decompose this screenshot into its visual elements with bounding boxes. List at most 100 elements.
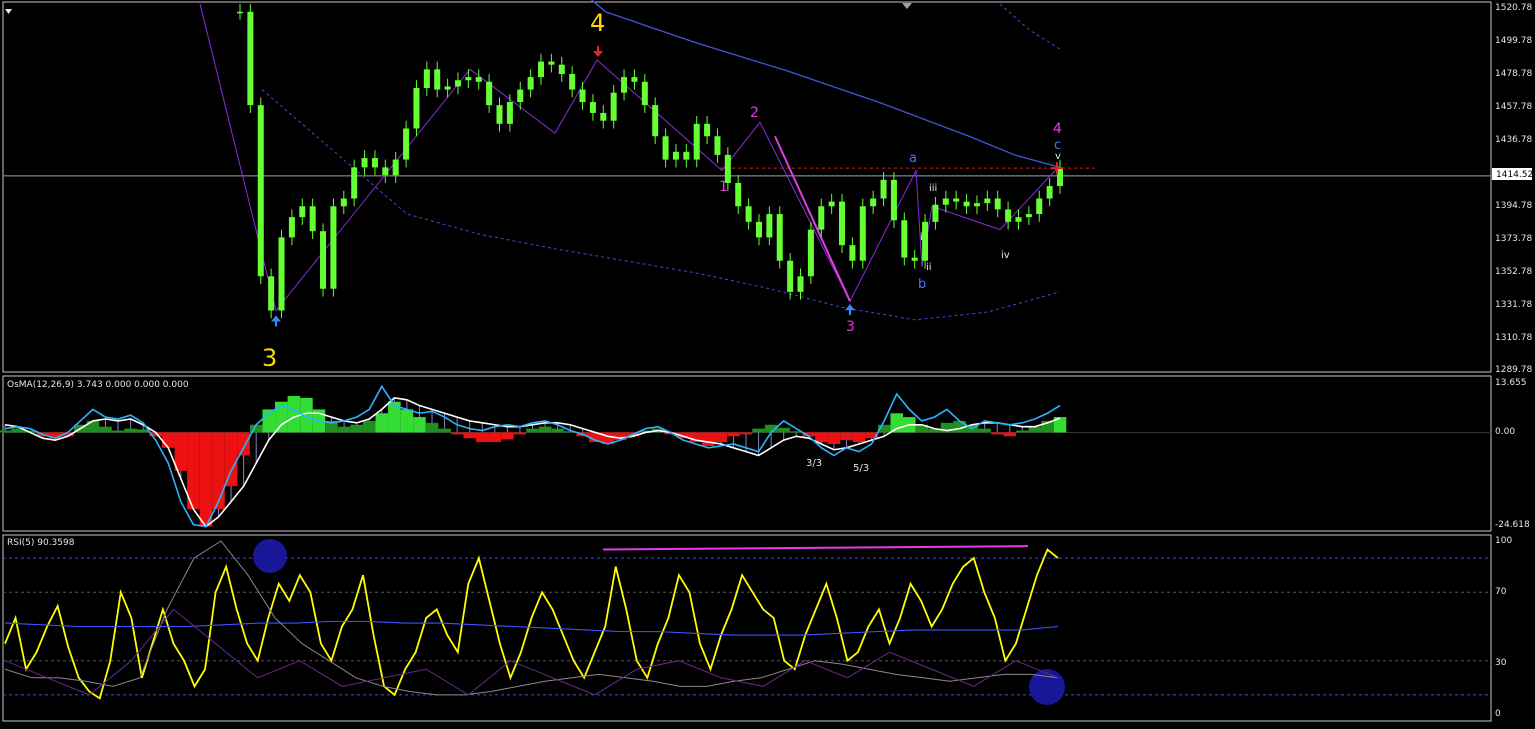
- candle-body: [392, 159, 399, 176]
- candle-body: [839, 201, 846, 246]
- osma-histogram-bar: [438, 428, 451, 433]
- candle-body: [942, 198, 949, 205]
- candle-body: [890, 179, 897, 221]
- osma-histogram-bar: [287, 395, 301, 433]
- wave-white-iv: iv: [1001, 250, 1010, 261]
- candle-body: [496, 105, 503, 124]
- upper-band-line: [999, 3, 1061, 50]
- rsi-line: [4, 548, 1059, 700]
- osma-histogram-bar: [1016, 430, 1029, 433]
- osma-histogram-bar: [538, 426, 552, 433]
- candle-body: [1005, 209, 1012, 222]
- price-panel-frame: [2, 1, 1492, 373]
- candle-body: [558, 64, 565, 75]
- osma-histogram-bar: [350, 424, 363, 433]
- moving-average-line: [590, 0, 1061, 169]
- osma-histogram-bar: [752, 428, 765, 433]
- wave-mag-2: 2: [750, 105, 759, 121]
- osma-histogram-bar: [978, 428, 991, 433]
- osma-histogram-bar: [199, 432, 213, 527]
- candle-body: [278, 237, 285, 311]
- wave-white-iii: iii: [929, 183, 937, 194]
- candle-body: [745, 206, 752, 222]
- up-arrow-icon: [271, 315, 281, 322]
- rsi-tick-30: 30: [1495, 658, 1507, 668]
- wave-big-4: 4: [590, 9, 605, 37]
- down-arrow-icon: [593, 51, 603, 58]
- candle-body: [776, 214, 783, 261]
- price-tick-4: 1436.78: [1495, 135, 1532, 145]
- candle-body: [953, 198, 960, 202]
- rsi-purple-line: [4, 608, 1059, 696]
- osma-histogram-bar: [99, 426, 112, 433]
- candle-body: [288, 217, 295, 238]
- osma-histogram-bar: [86, 420, 100, 433]
- candle-body: [797, 276, 804, 292]
- candle-body: [766, 214, 773, 238]
- osma-histogram-bar: [375, 413, 389, 433]
- candle-body: [382, 167, 389, 176]
- candle-body: [693, 123, 700, 160]
- osma-annotation-3-3: 3/3: [806, 458, 822, 469]
- candle-body: [569, 74, 576, 90]
- wave-mag-1: 1: [719, 179, 728, 195]
- price-tick-9: 1331.78: [1495, 300, 1532, 310]
- price-tick-8: 1352.78: [1495, 267, 1532, 277]
- candle-body: [600, 112, 607, 121]
- candle-body: [973, 203, 980, 207]
- osma-histogram-bar: [815, 432, 828, 443]
- osma-histogram-bar: [161, 432, 175, 448]
- candle-body: [320, 231, 327, 289]
- candle-body: [911, 257, 918, 261]
- candle-body: [662, 136, 669, 160]
- osma-histogram-bar: [777, 427, 790, 433]
- osma-histogram-bar: [413, 417, 426, 433]
- osma-tick-1: 0.00: [1495, 427, 1515, 437]
- candle-body: [465, 77, 472, 81]
- candle-body: [475, 77, 482, 82]
- candle-body: [621, 77, 628, 93]
- rsi-highlight-circle: [253, 539, 287, 573]
- lower-band-line: [261, 89, 1061, 321]
- osma-histogram-bar: [425, 422, 439, 433]
- wave-big-3: 3: [262, 344, 277, 372]
- candle-body: [247, 11, 254, 106]
- scroll-marker-left[interactable]: [5, 9, 12, 14]
- candle-body: [859, 206, 866, 261]
- candle-body: [454, 80, 461, 87]
- candle-body: [849, 245, 856, 261]
- price-tick-7: 1373.78: [1495, 234, 1532, 244]
- current-price-label: 1414.52: [1496, 170, 1533, 180]
- osma-histogram-bar: [400, 409, 414, 433]
- candle-body: [351, 167, 358, 199]
- candle-body: [237, 11, 243, 14]
- osma-histogram-bar: [475, 432, 489, 443]
- candle-body: [486, 81, 493, 106]
- price-tick-6: 1394.78: [1495, 201, 1532, 211]
- osma-histogram-bar: [840, 432, 853, 441]
- osma-histogram-bar: [1003, 432, 1017, 437]
- signal-line: [4, 384, 1061, 528]
- up-arrow-icon: [845, 304, 855, 311]
- candle-body: [340, 198, 347, 207]
- rsi-tick-100: 100: [1495, 536, 1512, 546]
- osma-histogram-bar: [990, 432, 1004, 435]
- price-tick-0: 1520.78: [1495, 3, 1532, 13]
- scroll-marker-top[interactable]: [902, 3, 912, 9]
- osma-histogram-bar: [174, 432, 188, 471]
- wave-blue-b: b: [918, 277, 926, 292]
- osma-histogram-bar: [111, 430, 125, 433]
- osma-histogram-bar: [212, 432, 225, 510]
- osma-histogram-bar: [237, 432, 250, 456]
- candle-body: [735, 182, 742, 207]
- osma-tick-2: -24.618: [1495, 520, 1530, 530]
- wave-mag-4: 4: [1053, 121, 1062, 137]
- candle-body: [403, 128, 410, 160]
- osma-histogram-bar: [827, 432, 841, 444]
- osma-histogram-bar: [702, 432, 715, 446]
- candle-body: [1036, 198, 1043, 215]
- trading-chart: 3 4 1 2 3 4 a b c i ii iii iv v OsMA(12,…: [0, 0, 1535, 725]
- candle-body: [641, 81, 648, 106]
- candle-body: [984, 198, 991, 204]
- wave3-highlight-line: [774, 135, 851, 302]
